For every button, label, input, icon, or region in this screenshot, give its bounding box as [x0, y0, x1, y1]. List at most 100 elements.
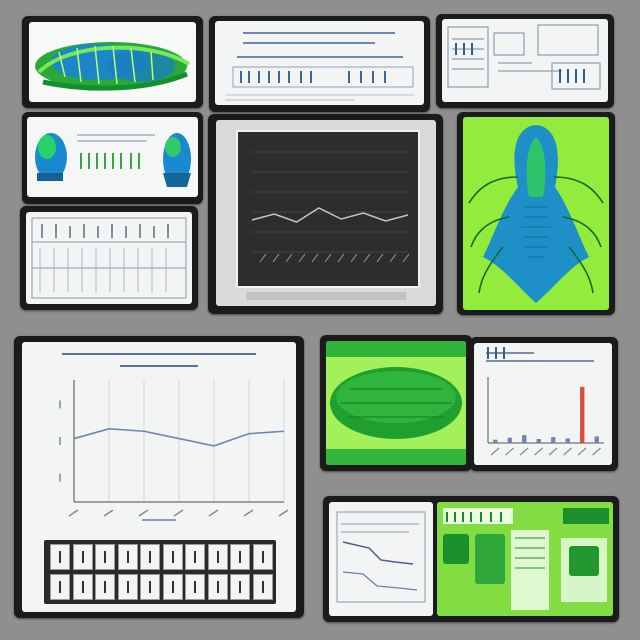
key-glyph-icon — [81, 551, 84, 563]
keypad-key[interactable] — [140, 544, 160, 570]
sketch-drawing — [31, 217, 187, 299]
chart-caption-scribble — [142, 519, 176, 521]
key-glyph-icon — [104, 581, 106, 593]
bar — [565, 438, 570, 443]
specimen-panel-a[interactable] — [22, 16, 203, 108]
x-tick-mark — [505, 447, 514, 456]
x-tick-mark — [350, 253, 358, 263]
series-line — [251, 207, 409, 223]
chart-title-scribble — [62, 353, 256, 367]
leaf-panel-i[interactable] — [320, 335, 472, 471]
keypad-key[interactable] — [252, 574, 273, 600]
monitor-screen — [236, 130, 420, 288]
keypad-key[interactable] — [95, 544, 115, 570]
x-tick-mark — [548, 447, 558, 456]
keypad-key[interactable] — [50, 544, 70, 570]
key-glyph-icon — [239, 581, 241, 593]
bar — [536, 439, 541, 443]
bar — [522, 435, 527, 443]
chart-document-panel-h[interactable] — [14, 336, 304, 618]
monitor-line-chart — [251, 151, 410, 263]
creature-panel-f[interactable] — [457, 112, 615, 315]
key-glyph-icon — [126, 551, 129, 563]
specimen-strip-panel-d[interactable] — [22, 112, 203, 204]
green-sheet-drawing — [437, 502, 613, 616]
x-tick-mark — [592, 447, 601, 456]
key-glyph-icon — [59, 551, 61, 563]
blue-creature-image — [463, 117, 609, 310]
bar-chart-header-scribble — [486, 347, 594, 362]
specimen-strip-drawing — [35, 133, 191, 187]
key-glyph-icon — [126, 581, 129, 593]
x-tick-mark — [272, 253, 280, 263]
key-glyph-icon — [216, 551, 219, 563]
bar — [551, 437, 556, 443]
text-sheet-panel-b[interactable] — [209, 16, 430, 112]
key-glyph-icon — [81, 581, 84, 593]
keypad-key[interactable] — [207, 574, 228, 600]
key-glyph-icon — [261, 551, 264, 563]
monitor-base — [246, 292, 406, 300]
x-tick-mark — [490, 447, 500, 456]
keypad-key[interactable] — [50, 574, 70, 600]
key-glyph-icon — [194, 581, 196, 593]
x-tick-mark — [402, 253, 410, 263]
bar — [507, 437, 512, 443]
green-leaf-image — [326, 341, 466, 465]
keypad-key[interactable] — [207, 544, 228, 570]
x-tick-mark — [337, 253, 345, 263]
keypad-key[interactable] — [117, 544, 138, 570]
x-tick-mark — [563, 447, 572, 456]
sketch-panel-g[interactable] — [20, 206, 198, 310]
bar-chart-panel-j[interactable] — [470, 337, 618, 471]
x-tick-mark — [534, 447, 543, 456]
key-glyph-icon — [216, 581, 219, 593]
keypad-key[interactable] — [117, 574, 138, 600]
blue-organism-icon — [163, 133, 191, 187]
keypad-key[interactable] — [185, 544, 205, 570]
x-tick-mark — [324, 253, 332, 263]
keypad-key[interactable] — [230, 544, 250, 570]
key-glyph-icon — [194, 551, 196, 563]
sheet-pair-panel-k[interactable] — [323, 496, 619, 622]
key-glyph-icon — [59, 581, 61, 593]
key-glyph-icon — [261, 581, 264, 593]
key-glyph-icon — [239, 551, 241, 563]
keypad-key[interactable] — [95, 574, 115, 600]
keypad-key[interactable] — [230, 574, 250, 600]
left-sheet-drawing — [336, 511, 426, 603]
key-glyph-icon — [171, 551, 174, 563]
x-tick-mark — [519, 447, 529, 456]
keypad-key[interactable] — [72, 574, 93, 600]
sheet-scribble — [225, 32, 415, 101]
bar — [594, 436, 599, 443]
keypad-key[interactable] — [162, 574, 183, 600]
blue-organism-icon — [35, 133, 67, 181]
x-tick-mark — [285, 253, 293, 263]
keypad-key[interactable] — [185, 574, 205, 600]
key-glyph-icon — [149, 581, 151, 593]
schematic-panel-c[interactable] — [436, 14, 614, 108]
bar — [580, 386, 585, 443]
key-glyph-icon — [149, 551, 151, 563]
line-chart — [59, 380, 289, 517]
x-tick-mark — [389, 253, 397, 263]
x-tick-mark — [259, 253, 267, 263]
x-tick-mark — [376, 253, 384, 263]
key-glyph-icon — [171, 581, 174, 593]
monitor-panel-e[interactable] — [208, 114, 443, 314]
x-tick-mark — [577, 447, 587, 456]
bar — [493, 439, 498, 443]
green-blue-organism-image — [35, 42, 191, 91]
keypad-key[interactable] — [140, 574, 160, 600]
keypad[interactable] — [44, 540, 276, 604]
keypad-key[interactable] — [252, 544, 273, 570]
keypad-key[interactable] — [72, 544, 93, 570]
keypad-key[interactable] — [162, 544, 183, 570]
x-tick-mark — [311, 253, 319, 263]
schematic-drawing — [447, 24, 601, 90]
bar-chart — [487, 377, 604, 456]
x-tick-mark — [363, 253, 371, 263]
key-glyph-icon — [104, 551, 106, 563]
x-tick-mark — [298, 253, 306, 263]
